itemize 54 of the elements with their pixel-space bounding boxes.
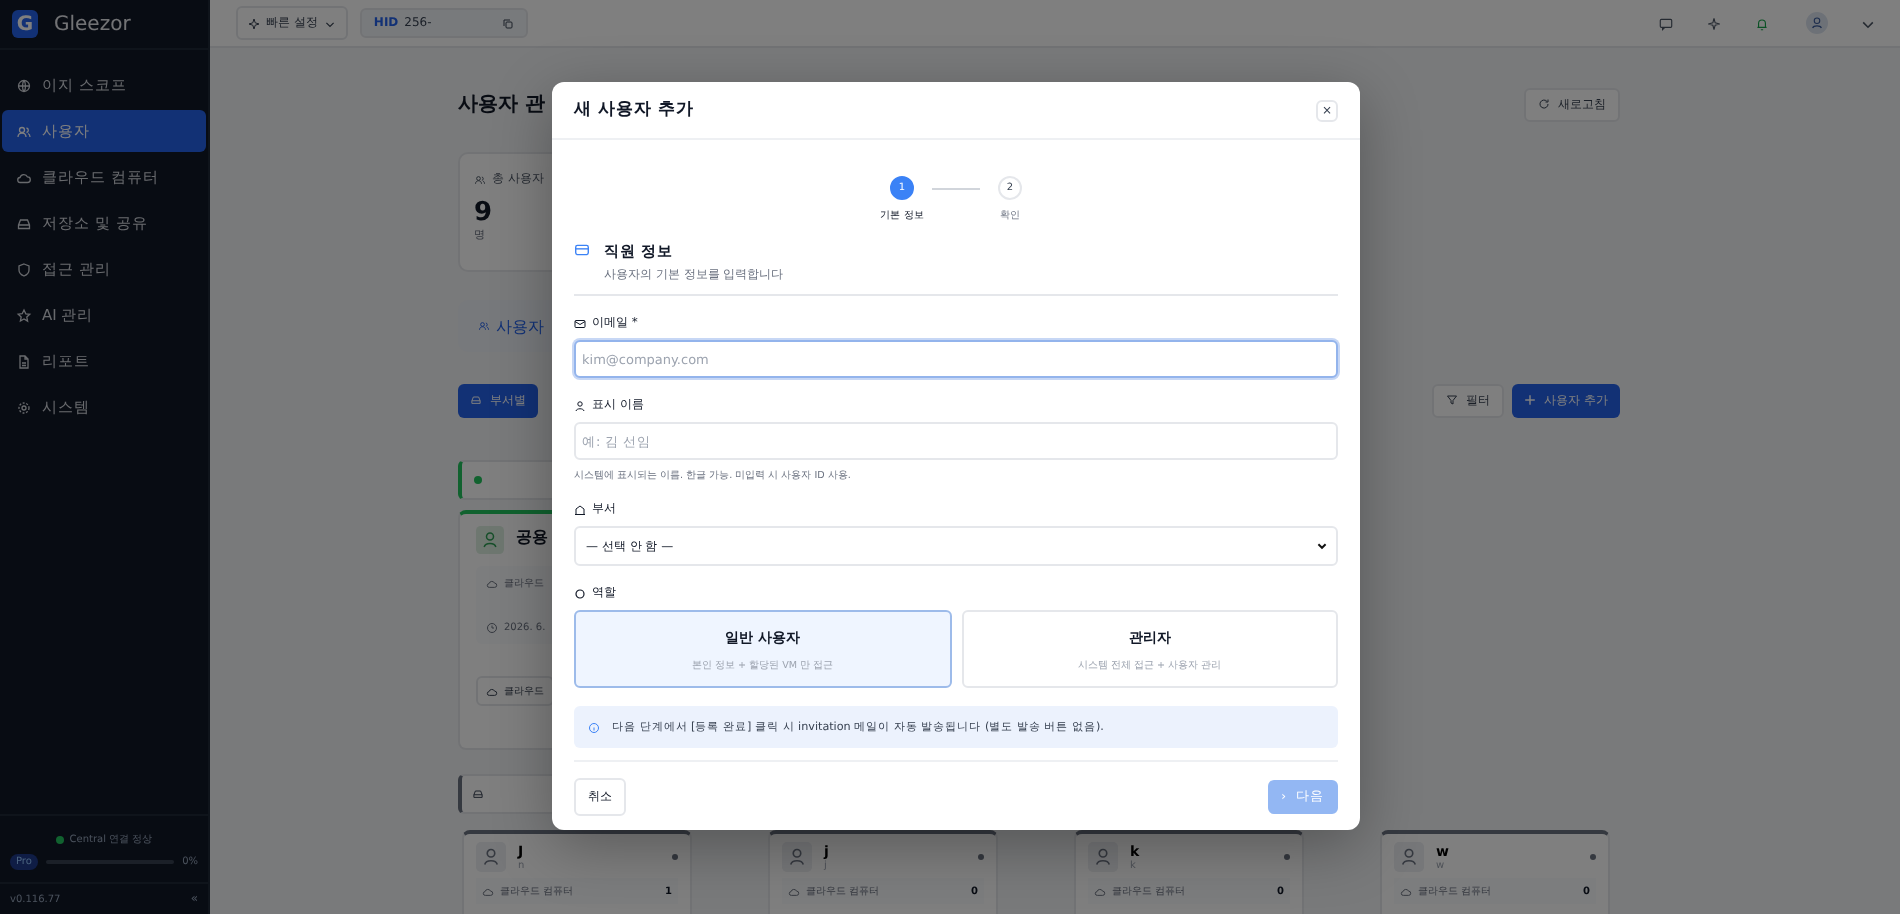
- stat-value: 9: [474, 198, 495, 228]
- shield-icon: [16, 261, 32, 277]
- users-icon: [16, 123, 32, 139]
- filter-icon: [1446, 394, 1459, 406]
- cloud-icon: [16, 169, 32, 185]
- user-icon: [782, 842, 812, 872]
- bell-icon[interactable]: [1754, 15, 1770, 31]
- dialog-title: 새 사용자 추가: [574, 98, 694, 122]
- status-dot: [672, 854, 678, 860]
- plus-icon: [1524, 394, 1537, 406]
- users-icon: [474, 173, 486, 185]
- status-dot: [1590, 854, 1596, 860]
- sparkle-icon: [248, 17, 260, 29]
- card-icon: [574, 242, 590, 258]
- clock-icon: [486, 622, 498, 634]
- circle-icon: [574, 587, 586, 599]
- user-icon: [574, 399, 586, 411]
- status-dot: [55, 835, 64, 843]
- page-title: 사용자 관: [458, 92, 545, 118]
- file-icon: [16, 353, 32, 369]
- cloud-icon: [486, 685, 498, 697]
- copy-icon[interactable]: [501, 17, 514, 29]
- drive-icon: [16, 215, 32, 231]
- avatar-icon[interactable]: [1806, 12, 1828, 34]
- message-icon[interactable]: [1658, 15, 1674, 31]
- info-icon: [588, 721, 600, 733]
- status-dot: [474, 476, 482, 484]
- group-name: 공용: [516, 526, 548, 548]
- user-icon: [1088, 842, 1118, 872]
- cloud-icon: [482, 885, 494, 897]
- star-icon: [16, 307, 32, 323]
- drive-icon: [470, 394, 482, 406]
- logo-icon: G: [12, 10, 38, 38]
- cloud-icon: [486, 577, 498, 589]
- gear-icon: [16, 399, 32, 415]
- brand-name: Gleezor: [54, 13, 131, 35]
- chevron-icon: [323, 17, 336, 29]
- user-icon: [476, 842, 506, 872]
- status-dot: [978, 854, 984, 860]
- cloud-icon: [1094, 885, 1106, 897]
- cloud-icon: [1400, 885, 1412, 897]
- cloud-icon: [788, 885, 800, 897]
- globe-icon: [16, 77, 32, 93]
- mail-icon: [574, 317, 586, 329]
- user-icon: [476, 526, 504, 554]
- refresh-icon: [1538, 98, 1550, 110]
- building-icon: [574, 503, 586, 515]
- sparkle-icon[interactable]: [1706, 15, 1722, 31]
- drive-icon: [472, 788, 484, 800]
- user-icon: [1394, 842, 1424, 872]
- status-dot: [1284, 854, 1290, 860]
- chevron-icon: [1316, 540, 1328, 552]
- users-icon: [478, 320, 490, 332]
- users-tab[interactable]: 사용자: [466, 313, 556, 339]
